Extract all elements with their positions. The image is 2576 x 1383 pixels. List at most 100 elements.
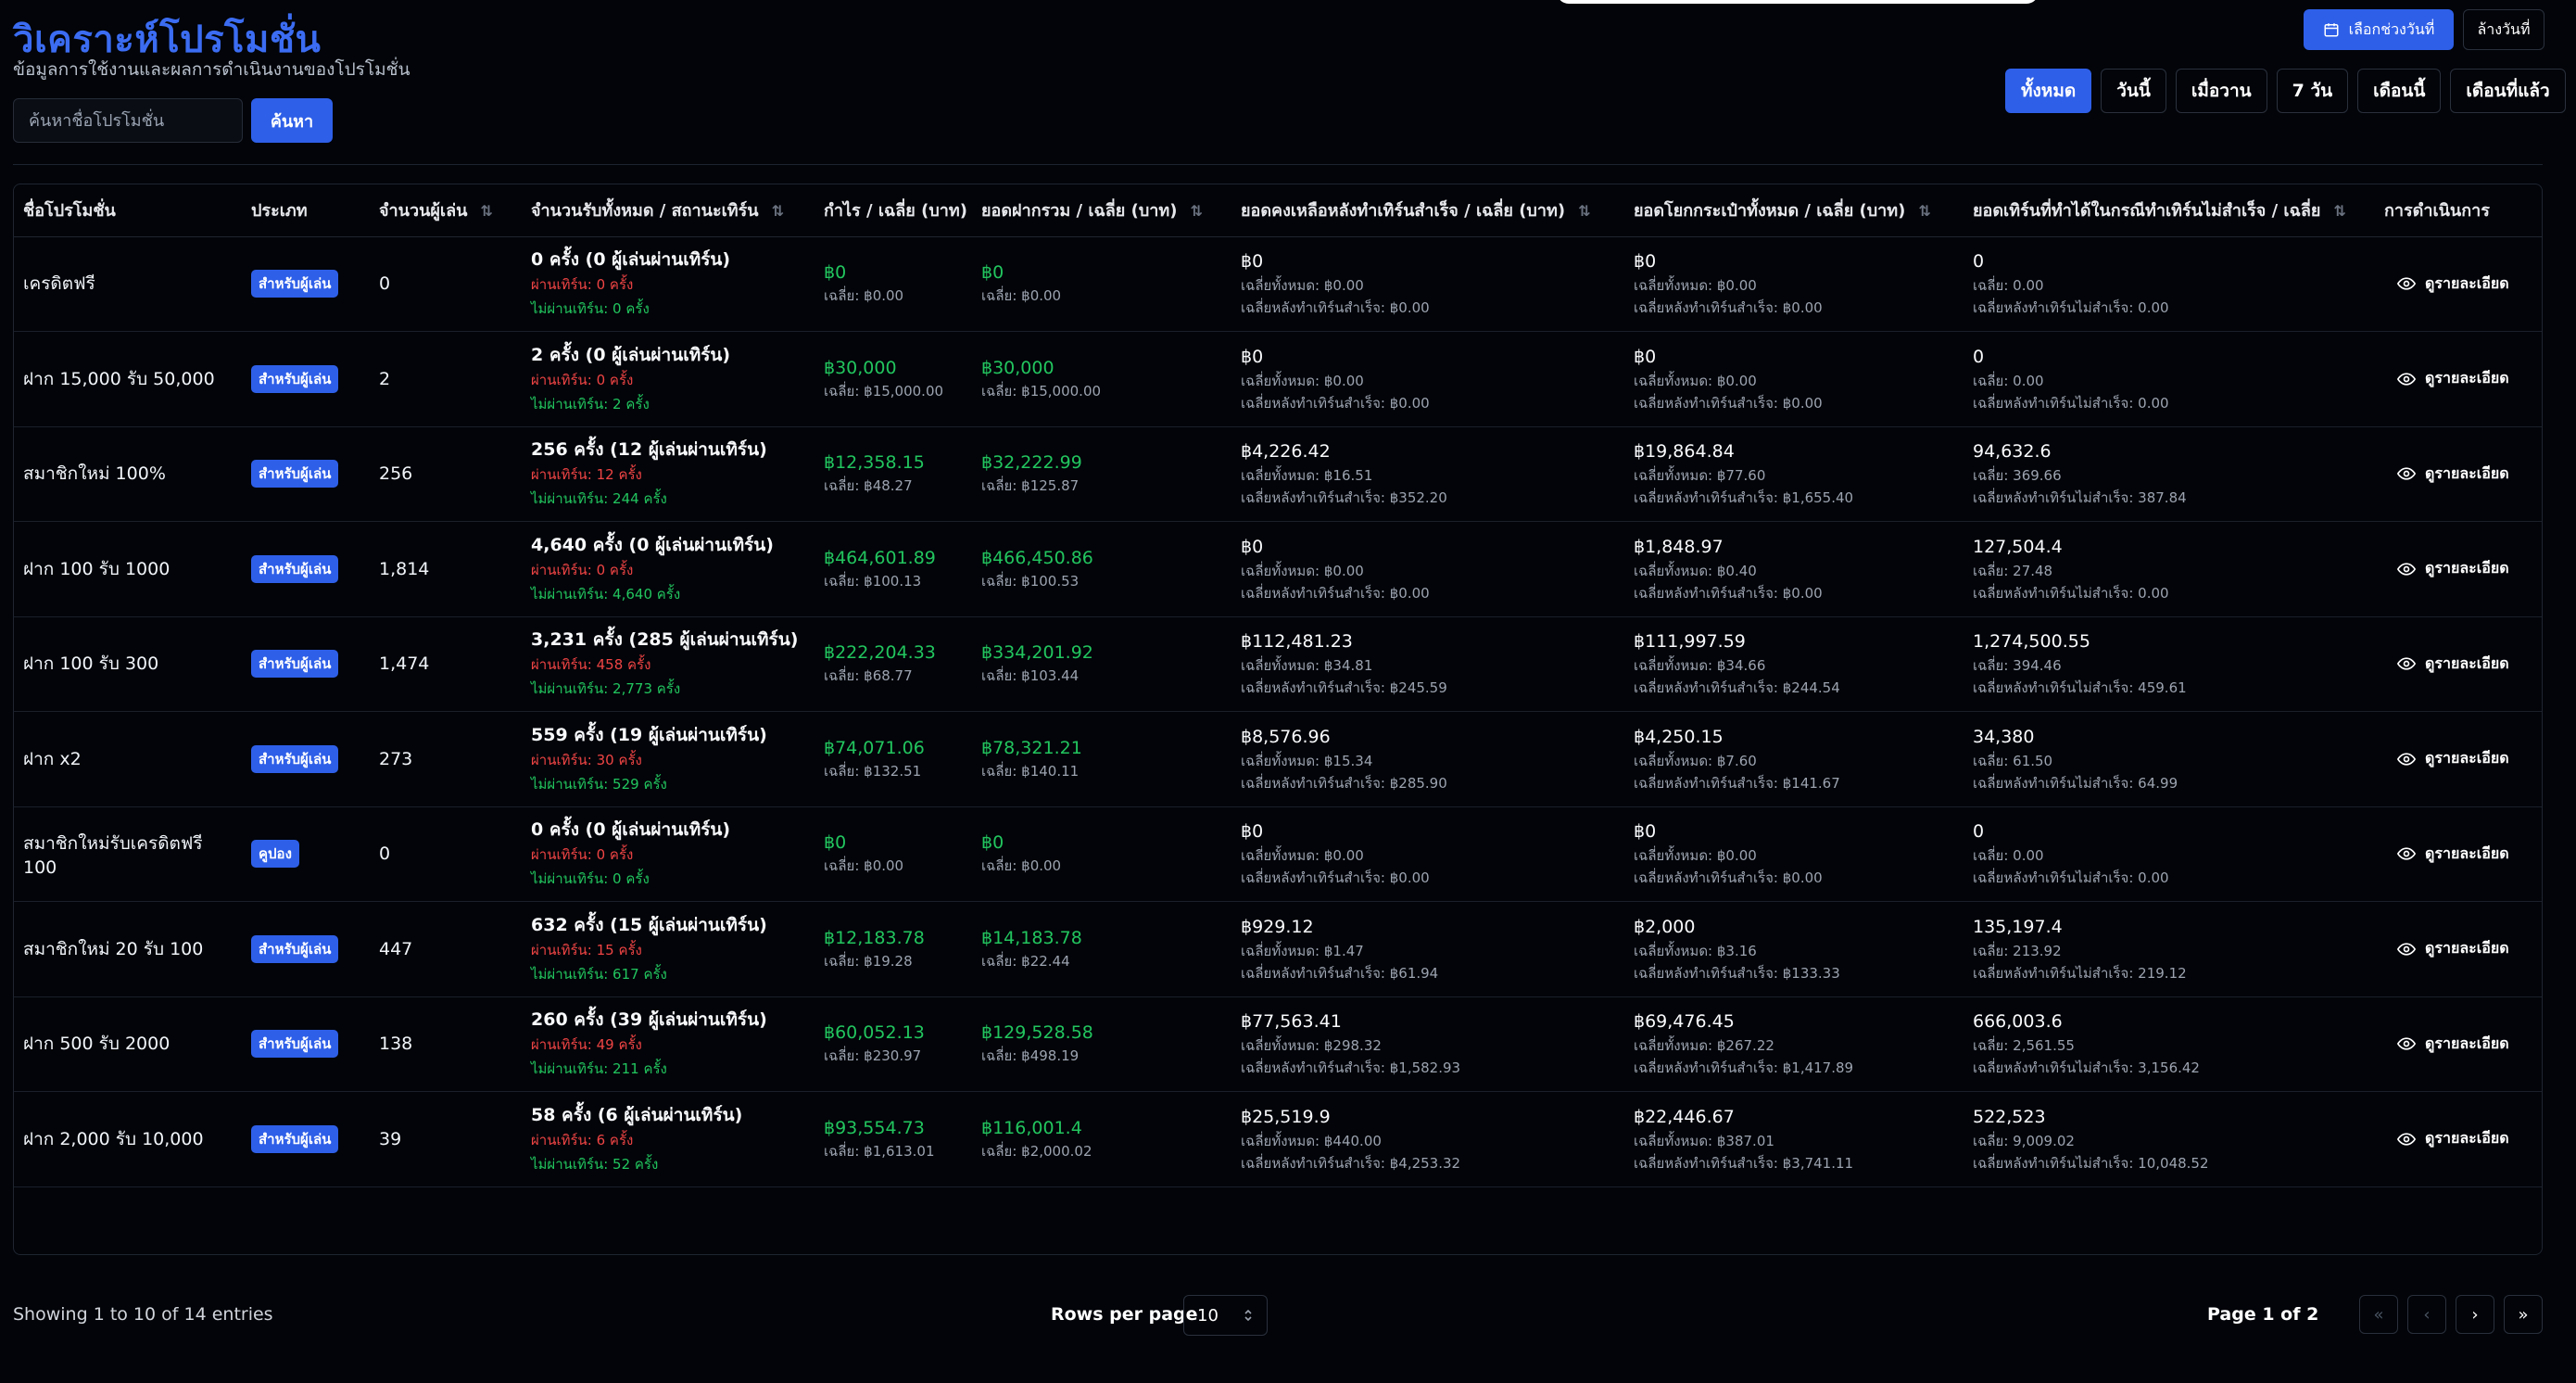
search-button[interactable]: ค้นหา [251, 98, 333, 143]
cell-profit: ฿74,071.06 เฉลี่ย: ฿132.51 [814, 711, 972, 807]
cell-remaining: ฿929.12 เฉลี่ยทั้งหมด: ฿1.47 เฉลี่ยหลังทำเ… [1231, 901, 1624, 997]
deposit-value: ฿0 [981, 262, 1004, 284]
deposit-average: เฉลี่ย: ฿498.19 [981, 1047, 1080, 1065]
cell-action: ดูรายละเอียด [2375, 996, 2542, 1092]
view-details-button[interactable]: ดูรายละเอียด [2384, 367, 2534, 390]
cell-players: 1,474 [370, 616, 522, 712]
type-badge: คูปอง [251, 840, 299, 869]
cell-type: สำหรับผู้เล่น [242, 331, 370, 427]
profit-average: เฉลี่ย: ฿48.27 [824, 477, 913, 495]
range-tab-4[interactable]: เดือนนี้ [2357, 69, 2442, 113]
sort-arrows-icon[interactable]: ⇅ [772, 202, 784, 220]
search-input[interactable] [13, 98, 243, 143]
view-details-label: ดูรายละเอียด [2425, 1034, 2509, 1052]
view-details-button[interactable]: ดูรายละเอียด [2384, 1033, 2534, 1056]
view-details-button[interactable]: ดูรายละเอียด [2384, 843, 2534, 866]
clear-date-button[interactable]: ล้างวันที่ [2463, 9, 2544, 50]
sort-arrows-icon[interactable]: ⇅ [1918, 202, 1930, 220]
claims-passed: ผ่านเทิร์น: 30 ครั้ง [531, 751, 642, 768]
sort-arrows-icon[interactable]: ⇅ [1190, 202, 1202, 220]
remaining-value: ฿4,226.42 [1241, 441, 1331, 463]
cell-transfer: ฿69,476.45 เฉลี่ยทั้งหมด: ฿267.22 เฉลี่ยหล… [1624, 996, 1964, 1092]
claims-failed: ไม่ผ่านเทิร์น: 244 ครั้ง [531, 490, 667, 508]
transfer-value: ฿0 [1634, 821, 1657, 843]
transfer-average-success: เฉลี่ยหลังทำเทิร์นสำเร็จ: ฿133.33 [1634, 964, 1840, 982]
transfer-average: เฉลี่ยทั้งหมด: ฿7.60 [1634, 752, 1757, 769]
claims-failed: ไม่ผ่านเทิร์น: 0 ครั้ง [531, 300, 650, 318]
view-details-button[interactable]: ดูรายละเอียด [2384, 1127, 2534, 1150]
chevrons-right-icon[interactable]: » [2504, 1295, 2543, 1334]
column-header-7[interactable]: ยอดโยกกระเป๋าทั้งหมด / เฉลี่ย (บาท) ⇅ [1624, 184, 1964, 237]
remaining-average: เฉลี่ยทั้งหมด: ฿15.34 [1241, 752, 1373, 769]
transfer-value: ฿19,864.84 [1634, 441, 1735, 463]
top-search-pill[interactable] [1557, 0, 2039, 4]
cell-players: 138 [370, 996, 522, 1092]
table-header-row: ชื่อโปรโมชั่น ประเภท จำนวนผู้เล่น ⇅ จำนวนรับ… [14, 184, 2542, 237]
view-details-button[interactable]: ดูรายละเอียด [2384, 463, 2534, 486]
deposit-value: ฿466,450.86 [981, 547, 1093, 568]
deposit-value: ฿78,321.21 [981, 737, 1082, 758]
column-header-label: จำนวนรับทั้งหมด / สถานะเทิร์น [531, 201, 759, 222]
remaining-average-success: เฉลี่ยหลังทำเทิร์นสำเร็จ: ฿285.90 [1241, 774, 1447, 792]
cell-transfer: ฿0 เฉลี่ยทั้งหมด: ฿0.00 เฉลี่ยหลังทำเทิร์น… [1624, 236, 1964, 332]
column-header-6[interactable]: ยอดคงเหลือหลังทำเทิร์นสำเร็จ / เฉลี่ย (บ… [1231, 184, 1624, 237]
cell-name: ฝาก 100 รับ 1000 [14, 521, 242, 617]
transfer-average-success: เฉลี่ยหลังทำเทิร์นสำเร็จ: ฿244.54 [1634, 679, 1840, 697]
view-details-button[interactable]: ดูรายละเอียด [2384, 937, 2534, 960]
pagination: « ‹ › » [2359, 1295, 2543, 1334]
profit-average: เฉลี่ย: ฿15,000.00 [824, 382, 944, 400]
date-range-button[interactable]: เลือกช่วงวันที่ [2304, 9, 2454, 50]
chevrons-left-icon[interactable]: « [2359, 1295, 2398, 1334]
sort-arrows-icon[interactable]: ⇅ [2333, 202, 2345, 220]
claims-passed: ผ่านเทิร์น: 15 ครั้ง [531, 941, 642, 958]
profit-value: ฿93,554.73 [824, 1117, 925, 1138]
cell-action: ดูรายละเอียด [2375, 806, 2542, 902]
cell-players: 39 [370, 1091, 522, 1187]
sort-arrows-icon[interactable]: ⇅ [480, 202, 492, 220]
column-header-5[interactable]: ยอดฝากรวม / เฉลี่ย (บาท) ⇅ [972, 184, 1231, 237]
column-header-2[interactable]: จำนวนผู้เล่น ⇅ [370, 184, 522, 237]
type-badge: สำหรับผู้เล่น [251, 554, 339, 583]
cell-transfer: ฿0 เฉลี่ยทั้งหมด: ฿0.00 เฉลี่ยหลังทำเทิร์น… [1624, 806, 1964, 902]
type-badge: สำหรับผู้เล่น [251, 934, 339, 963]
range-tab-5[interactable]: เดือนที่แล้ว [2450, 69, 2566, 113]
turnover-average: เฉลี่ย: 61.50 [1973, 752, 2053, 769]
cell-players: 1,814 [370, 521, 522, 617]
view-details-button[interactable]: ดูรายละเอียด [2384, 273, 2534, 296]
turnover-average: เฉลี่ย: 394.46 [1973, 657, 2062, 675]
sort-arrows-icon[interactable]: ⇅ [1578, 202, 1590, 220]
view-details-label: ดูรายละเอียด [2425, 939, 2509, 958]
range-tab-3[interactable]: 7 วัน [2276, 69, 2349, 113]
column-header-8[interactable]: ยอดเทิร์นที่ทำได้ในกรณีทำเทิร์นไม่สำเร็จ… [1964, 184, 2375, 237]
cell-players: 273 [370, 711, 522, 807]
view-details-button[interactable]: ดูรายละเอียด [2384, 653, 2534, 676]
cell-action: ดูรายละเอียด [2375, 331, 2542, 427]
chevron-right-icon[interactable]: › [2456, 1295, 2494, 1334]
eye-icon [2397, 277, 2416, 290]
transfer-value: ฿0 [1634, 346, 1657, 367]
page-indicator: Page 1 of 2 [2207, 1304, 2319, 1325]
transfer-value: ฿1,848.97 [1634, 536, 1724, 557]
column-header-label: ยอดเทิร์นที่ทำได้ในกรณีทำเทิร์นไม่สำเร็จ… [1973, 201, 2321, 222]
cell-deposit: ฿30,000 เฉลี่ย: ฿15,000.00 [972, 331, 1231, 427]
cell-transfer: ฿22,446.67 เฉลี่ยทั้งหมด: ฿387.01 เฉลี่ยหล… [1624, 1091, 1964, 1187]
player-count: 0 [379, 273, 391, 295]
rows-per-page-select[interactable]: 10 [1183, 1295, 1268, 1336]
cell-action: ดูรายละเอียด [2375, 711, 2542, 807]
cell-name: สมาชิกใหม่ 20 รับ 100 [14, 901, 242, 997]
column-header-label: ประเภท [251, 201, 308, 222]
view-details-button[interactable]: ดูรายละเอียด [2384, 747, 2534, 770]
view-details-button[interactable]: ดูรายละเอียด [2384, 557, 2534, 580]
chevron-left-icon[interactable]: ‹ [2407, 1295, 2446, 1334]
profit-average: เฉลี่ย: ฿0.00 [824, 287, 904, 305]
range-tab-0[interactable]: ทั้งหมด [2005, 69, 2092, 113]
range-tab-1[interactable]: วันนี้ [2101, 69, 2166, 113]
profit-average: เฉลี่ย: ฿0.00 [824, 857, 904, 875]
eye-icon [2397, 1037, 2416, 1050]
deposit-average: เฉลี่ย: ฿22.44 [981, 952, 1070, 970]
cell-name: ฝาก 500 รับ 2000 [14, 996, 242, 1092]
cell-claims: 4,640 ครั้ง (0 ผู้เล่นผ่านเทิร์น) ผ่านเทิ… [522, 521, 814, 617]
column-header-3[interactable]: จำนวนรับทั้งหมด / สถานะเทิร์น ⇅ [522, 184, 814, 237]
range-tab-2[interactable]: เมื่อวาน [2175, 69, 2267, 113]
deposit-average: เฉลี่ย: ฿140.11 [981, 762, 1080, 780]
